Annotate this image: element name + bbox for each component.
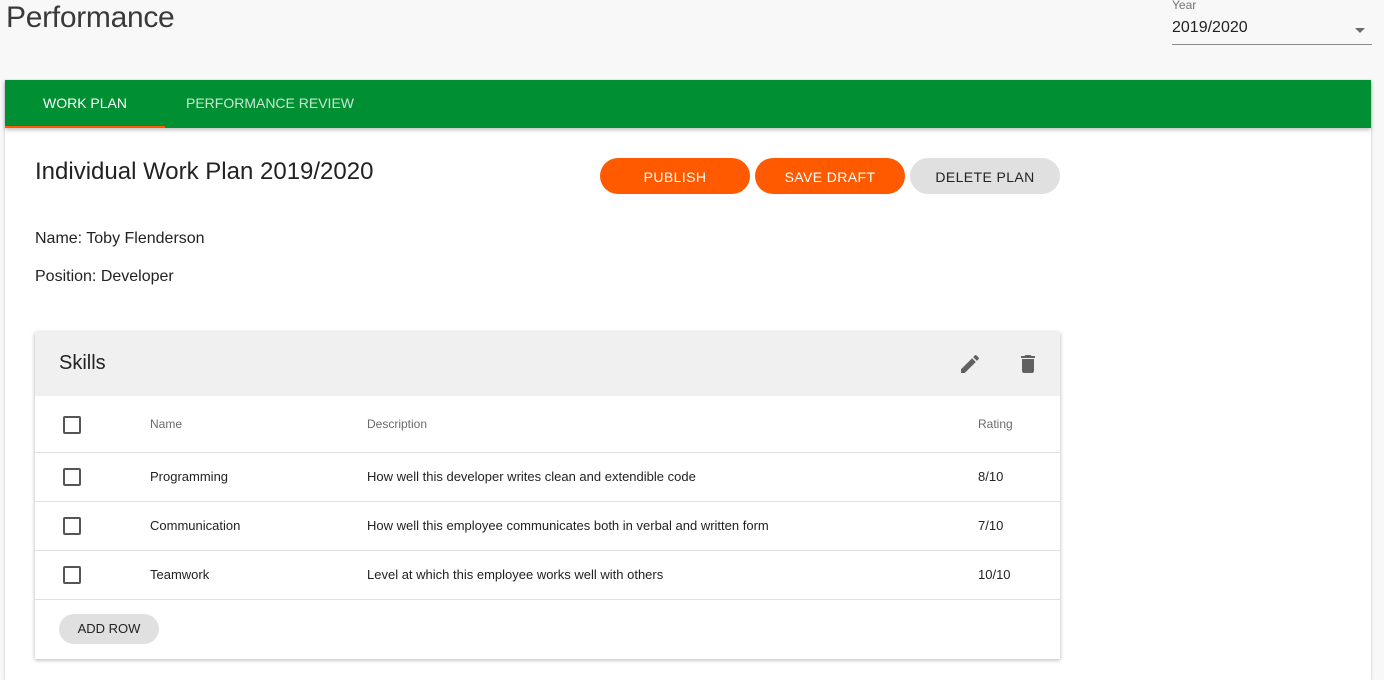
tab-performance-review[interactable]: PERFORMANCE REVIEW bbox=[165, 80, 375, 128]
page-title: Performance bbox=[6, 1, 175, 34]
skills-title: Skills bbox=[59, 352, 106, 374]
skill-name: Teamwork bbox=[150, 567, 210, 582]
column-header-description: Description bbox=[367, 417, 428, 431]
column-header-rating: Rating bbox=[978, 417, 1013, 431]
skill-description: How well this developer writes clean and… bbox=[367, 469, 696, 484]
skill-rating: 8/10 bbox=[978, 469, 1004, 484]
skill-name: Programming bbox=[150, 469, 229, 484]
tab-performance-review-label: PERFORMANCE REVIEW bbox=[185, 95, 354, 111]
year-value[interactable]: 2019/2020 bbox=[1172, 19, 1248, 37]
trash-icon[interactable] bbox=[1016, 352, 1040, 376]
work-plan-card: WORK PLAN PERFORMANCE REVIEW Individual … bbox=[5, 80, 1371, 680]
pencil-icon[interactable] bbox=[958, 352, 982, 376]
row-checkbox[interactable] bbox=[63, 517, 81, 535]
year-select[interactable]: Year 2019/2020 bbox=[1172, 0, 1372, 46]
skills-card: Skills Name Description Rating Programmi… bbox=[35, 332, 1060, 659]
skills-header: Skills bbox=[35, 332, 1060, 396]
skill-rating: 7/10 bbox=[978, 518, 1004, 533]
tab-bar: WORK PLAN PERFORMANCE REVIEW bbox=[5, 80, 1371, 128]
table-row[interactable]: Teamwork Level at which this employee wo… bbox=[35, 551, 1060, 600]
employee-position: Position: Developer bbox=[35, 268, 174, 285]
select-all-checkbox[interactable] bbox=[63, 416, 81, 434]
tab-indicator bbox=[5, 126, 165, 128]
caret-down-icon[interactable] bbox=[1355, 28, 1365, 33]
tab-work-plan[interactable]: WORK PLAN bbox=[5, 80, 165, 128]
table-header-row: Name Description Rating bbox=[35, 396, 1060, 453]
delete-plan-button[interactable]: DELETE PLAN bbox=[910, 158, 1060, 194]
skill-description: Level at which this employee works well … bbox=[367, 567, 664, 582]
save-draft-button[interactable]: SAVE DRAFT bbox=[755, 158, 905, 194]
plan-title: Individual Work Plan 2019/2020 bbox=[35, 158, 374, 185]
table-row[interactable]: Programming How well this developer writ… bbox=[35, 453, 1060, 502]
column-header-name: Name bbox=[150, 417, 183, 431]
skill-name: Communication bbox=[150, 518, 241, 533]
skill-rating: 10/10 bbox=[978, 567, 1011, 582]
year-underline bbox=[1172, 44, 1372, 45]
publish-button[interactable]: PUBLISH bbox=[600, 158, 750, 194]
year-label: Year bbox=[1172, 0, 1197, 12]
tab-work-plan-label: WORK PLAN bbox=[42, 95, 127, 111]
add-row-button[interactable]: ADD ROW bbox=[59, 614, 159, 644]
table-row[interactable]: Communication How well this employee com… bbox=[35, 502, 1060, 551]
row-checkbox[interactable] bbox=[63, 566, 81, 584]
row-checkbox[interactable] bbox=[63, 468, 81, 486]
employee-name: Name: Toby Flenderson bbox=[35, 230, 205, 247]
skill-description: How well this employee communicates both… bbox=[367, 518, 769, 533]
